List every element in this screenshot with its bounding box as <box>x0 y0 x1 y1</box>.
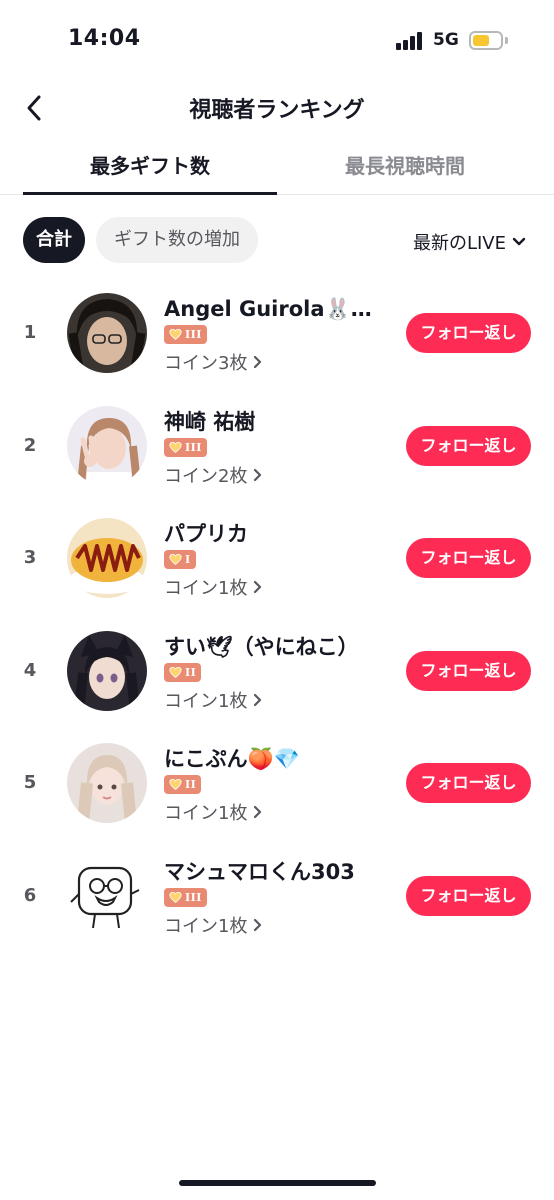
home-indicator <box>179 1180 376 1186</box>
ranking-row: 6 マシュマロくん303 III コイン1枚 フォロー返し <box>0 839 554 952</box>
sort-label: 最新のLIVE <box>412 233 506 254</box>
rank-number: 2 <box>23 434 37 456</box>
username[interactable]: マシュマロくん303 <box>164 859 394 885</box>
avatar-curly-hair[interactable] <box>67 293 147 373</box>
coin-count: コイン3枚 <box>164 353 248 374</box>
chevron-right-icon <box>254 355 262 369</box>
filter-row: 合計 ギフト数の増加 最新のLIVE <box>0 217 554 263</box>
rank-number: 6 <box>23 884 37 906</box>
tab-most-gifts[interactable]: 最多ギフト数 <box>23 140 277 195</box>
coins-link[interactable]: コイン3枚 <box>164 349 394 375</box>
user-info: Angel Guirola🐰🍀… III コイン3枚 <box>164 296 394 375</box>
avatar-peace-sign[interactable] <box>67 405 147 486</box>
coin-count: コイン2枚 <box>164 465 248 487</box>
sort-dropdown[interactable]: 最新のLIVE <box>413 229 526 255</box>
follow-back-button[interactable]: フォロー返し <box>406 875 531 916</box>
battery-tip <box>505 37 508 44</box>
avatar-marshmallow-drawing[interactable] <box>67 855 147 936</box>
chip-gift-increase[interactable]: ギフト数の増加 <box>96 217 258 263</box>
coin-count: コイン1枚 <box>164 578 248 599</box>
user-info: にこぷん🍑💎 II コイン1枚 <box>164 746 394 825</box>
gifter-level-badge: III <box>164 887 207 907</box>
username[interactable]: 神崎 祐樹 <box>164 409 394 435</box>
rank-number: 4 <box>23 659 37 681</box>
user-info: 神崎 祐樹 III コイン2枚 <box>164 409 394 488</box>
rank-number: 1 <box>23 322 37 343</box>
ranking-row: 1 Angel Guirola🐰🍀… III コイン3枚 フォロー返し <box>0 276 554 389</box>
follow-back-button[interactable]: フォロー返し <box>406 538 531 578</box>
avatar-omurice[interactable] <box>67 518 147 598</box>
gifter-level-badge: II <box>164 775 202 794</box>
gifter-level-badge: III <box>164 437 207 457</box>
ranking-row: 5 にこぷん🍑💎 II コイン1枚 フォロー返し <box>0 726 554 839</box>
coins-link[interactable]: コイン1枚 <box>164 687 394 713</box>
heart-icon <box>169 441 182 453</box>
gifter-level: I <box>185 553 191 566</box>
coin-count: コイン1枚 <box>164 803 248 824</box>
gifter-level: III <box>185 890 202 904</box>
follow-back-button[interactable]: フォロー返し <box>406 425 531 466</box>
status-time: 14:04 <box>68 26 141 51</box>
username[interactable]: Angel Guirola🐰🍀… <box>164 296 394 322</box>
status-bar: 14:04 5G <box>0 0 554 80</box>
coins-link[interactable]: コイン1枚 <box>164 799 394 825</box>
cellular-signal-icon <box>396 32 426 50</box>
rank-number: 5 <box>23 772 37 793</box>
heart-icon <box>169 328 182 340</box>
heart-icon <box>169 891 182 903</box>
chevron-right-icon <box>254 805 262 819</box>
coins-link[interactable]: コイン2枚 <box>164 462 394 488</box>
gifter-level-badge: II <box>164 662 202 682</box>
heart-icon <box>169 553 182 565</box>
username[interactable]: にこぷん🍑💎 <box>164 746 394 772</box>
gifter-level: III <box>185 328 202 341</box>
page-title: 視聴者ランキング <box>189 98 365 123</box>
follow-back-button[interactable]: フォロー返し <box>406 763 531 803</box>
tab-bar: 最多ギフト数 最長視聴時間 <box>0 140 554 195</box>
heart-icon <box>169 778 182 790</box>
gifter-level: II <box>185 778 197 791</box>
chevron-right-icon <box>254 468 262 481</box>
tab-longest-watch-time[interactable]: 最長視聴時間 <box>278 140 532 194</box>
user-info: パプリカ I コイン1枚 <box>164 521 394 600</box>
avatar-cat-ears[interactable] <box>67 630 147 711</box>
chevron-right-icon <box>254 580 262 594</box>
coin-count: コイン1枚 <box>164 915 248 937</box>
user-info: すい🕊（やにねこ） II コイン1枚 <box>164 634 394 713</box>
gifter-level: II <box>185 665 197 679</box>
battery-icon <box>469 31 503 50</box>
ranking-list: 1 Angel Guirola🐰🍀… III コイン3枚 フォロー返し 2 神崎… <box>0 276 554 951</box>
network-type: 5G <box>433 30 459 50</box>
chevron-down-icon <box>512 237 526 246</box>
coins-link[interactable]: コイン1枚 <box>164 574 394 600</box>
chevron-right-icon <box>254 693 262 706</box>
ranking-row: 3 パプリカ I コイン1枚 フォロー返し <box>0 501 554 614</box>
follow-back-button[interactable]: フォロー返し <box>406 313 531 353</box>
gifter-level: III <box>185 440 202 454</box>
user-info: マシュマロくん303 III コイン1枚 <box>164 859 394 938</box>
heart-icon <box>169 666 182 678</box>
avatar-blonde-girl[interactable] <box>67 743 147 823</box>
username[interactable]: パプリカ <box>164 521 394 547</box>
follow-back-button[interactable]: フォロー返し <box>406 650 531 691</box>
coin-count: コイン1枚 <box>164 690 248 712</box>
gifter-level-badge: I <box>164 550 196 569</box>
header: 視聴者ランキング <box>0 80 554 136</box>
coins-link[interactable]: コイン1枚 <box>164 912 394 938</box>
chip-total[interactable]: 合計 <box>23 217 85 263</box>
ranking-row: 2 神崎 祐樹 III コイン2枚 フォロー返し <box>0 389 554 502</box>
gifter-level-badge: III <box>164 325 207 344</box>
username[interactable]: すい🕊（やにねこ） <box>164 634 394 660</box>
ranking-row: 4 すい🕊（やにねこ） II コイン1枚 フォロー返し <box>0 614 554 727</box>
chevron-right-icon <box>254 918 262 931</box>
rank-number: 3 <box>23 547 37 568</box>
